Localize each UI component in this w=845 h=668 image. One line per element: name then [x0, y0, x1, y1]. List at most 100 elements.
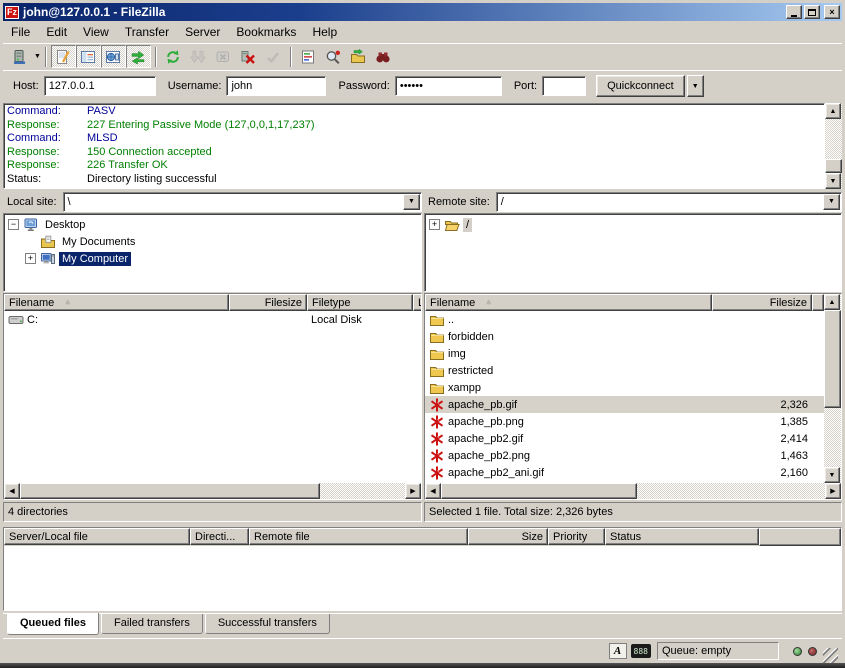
tab-queued-files[interactable]: Queued files [7, 613, 99, 635]
queue-column-header-priority[interactable]: Priority [548, 528, 605, 545]
expand-plus-icon[interactable]: + [25, 253, 36, 264]
file-row[interactable]: apache_pb2.gif2,414 [425, 430, 824, 447]
scrollbar-thumb[interactable] [20, 483, 320, 499]
site-manager-dropdown-icon[interactable]: ▼ [34, 53, 41, 60]
local-horizontal-scrollbar[interactable]: ◀ ▶ [4, 483, 421, 499]
expand-plus-icon[interactable]: + [429, 219, 440, 230]
port-input[interactable] [542, 76, 586, 96]
scroll-down-icon[interactable]: ▼ [825, 173, 841, 189]
cancel-operation-button[interactable] [211, 45, 236, 68]
toggle-local-tree-button[interactable] [76, 45, 101, 68]
queue-column-header-directi[interactable]: Directi... [190, 528, 249, 545]
scroll-up-icon[interactable]: ▲ [824, 294, 840, 310]
toggle-transfer-queue-button[interactable] [126, 45, 151, 68]
local-column-header-filetype[interactable]: Filetype [307, 294, 413, 311]
disconnect-button[interactable] [236, 45, 261, 68]
scroll-down-icon[interactable]: ▼ [824, 467, 840, 483]
local-tree-item[interactable]: +My Computer [4, 250, 421, 267]
down-arrows-icon [190, 49, 206, 65]
local-tree-item[interactable]: My Documents [4, 233, 421, 250]
menu-bookmarks[interactable]: Bookmarks [228, 23, 304, 41]
remote-tree-item[interactable]: +/ [425, 216, 841, 233]
queue-column-header-status[interactable]: Status [605, 528, 759, 545]
local-tree-item[interactable]: −Desktop [4, 216, 421, 233]
host-label: Host: [13, 80, 39, 92]
host-input[interactable] [44, 76, 156, 96]
password-input[interactable] [395, 76, 502, 96]
remote-column-header-filesize[interactable]: Filesize [712, 294, 812, 311]
file-row[interactable]: .. [425, 311, 824, 328]
log-label: Status: [7, 173, 87, 187]
menu-edit[interactable]: Edit [38, 23, 75, 41]
menu-view[interactable]: View [75, 23, 117, 41]
quickconnect-button[interactable]: Quickconnect [596, 75, 685, 97]
local-site-combobox[interactable]: \ ▼ [63, 192, 422, 212]
cancel-icon [215, 49, 231, 65]
file-row[interactable]: xampp [425, 379, 824, 396]
local-column-header-filename[interactable]: Filename▲ [4, 294, 229, 311]
remote-column-header-filename[interactable]: Filename▲ [425, 294, 712, 311]
reconnect-button[interactable] [261, 45, 286, 68]
minimize-button[interactable] [786, 5, 802, 19]
scroll-left-icon[interactable]: ◀ [425, 483, 441, 499]
scroll-up-icon[interactable]: ▲ [825, 103, 841, 119]
collapse-minus-icon[interactable]: − [8, 219, 19, 230]
filename-text: forbidden [448, 331, 494, 343]
quickconnect-dropdown-button[interactable]: ▼ [687, 75, 704, 97]
menu-help[interactable]: Help [304, 23, 345, 41]
local-status-text: 4 directories [8, 506, 68, 518]
remote-site-combobox[interactable]: / ▼ [496, 192, 842, 212]
menu-file[interactable]: File [3, 23, 38, 41]
tab-successful-transfers[interactable]: Successful transfers [205, 614, 330, 634]
scroll-right-icon[interactable]: ▶ [825, 483, 841, 499]
filename-cell: apache_pb2.gif [425, 431, 712, 447]
speed-limit-icon[interactable]: 888 [631, 644, 651, 658]
process-queue-button[interactable] [186, 45, 211, 68]
file-row[interactable]: C:Local Disk [4, 311, 421, 328]
filter-button[interactable] [296, 45, 321, 68]
menu-server[interactable]: Server [177, 23, 228, 41]
synchronized-browsing-button[interactable] [346, 45, 371, 68]
scrollbar-thumb[interactable] [824, 310, 841, 408]
file-row[interactable]: apache_pb.png1,385 [425, 413, 824, 430]
toggle-message-log-button[interactable] [51, 45, 76, 68]
file-row[interactable]: apache_pb2_ani.gif2,160 [425, 464, 824, 481]
column-header-label: Directi... [195, 531, 235, 543]
chevron-down-icon[interactable]: ▼ [823, 194, 840, 210]
scroll-left-icon[interactable]: ◀ [4, 483, 20, 499]
local-column-header-filesize[interactable]: Filesize [229, 294, 307, 311]
queue-column-header-remotefile[interactable]: Remote file [249, 528, 468, 545]
title-bar[interactable]: Fz john@127.0.0.1 - FileZilla × [3, 3, 842, 21]
remote-horizontal-scrollbar[interactable]: ◀ ▶ [425, 483, 841, 499]
file-row[interactable]: img [425, 345, 824, 362]
log-scrollbar[interactable]: ▲ ▼ [825, 103, 842, 189]
file-row[interactable]: restricted [425, 362, 824, 379]
column-header-filler [759, 528, 841, 546]
remote-vertical-scrollbar[interactable]: ▲ ▼ [824, 294, 841, 483]
file-row[interactable]: forbidden [425, 328, 824, 345]
file-row[interactable]: apache_pb.gif2,326 [425, 396, 824, 413]
resize-grip[interactable] [823, 648, 838, 663]
maximize-button[interactable] [804, 5, 820, 19]
refresh-button[interactable] [161, 45, 186, 68]
queue-column-header-serverlocalfile[interactable]: Server/Local file [4, 528, 190, 545]
close-button[interactable]: × [824, 5, 840, 19]
scroll-right-icon[interactable]: ▶ [405, 483, 421, 499]
scrollbar-thumb[interactable] [825, 159, 842, 173]
menu-transfer[interactable]: Transfer [117, 23, 177, 41]
scrollbar-thumb[interactable] [441, 483, 637, 499]
chevron-down-icon[interactable]: ▼ [403, 194, 420, 210]
username-input[interactable] [226, 76, 326, 96]
transfer-type-icon[interactable]: A [609, 643, 627, 659]
tab-failed-transfers[interactable]: Failed transfers [101, 614, 203, 634]
password-label: Password: [338, 80, 389, 92]
filename-text: xampp [448, 382, 481, 394]
local-directory-tree: −DesktopMy Documents+My Computer [3, 213, 422, 292]
local-column-header-l[interactable]: L [413, 294, 421, 311]
directory-comparison-button[interactable] [321, 45, 346, 68]
toggle-remote-tree-button[interactable] [101, 45, 126, 68]
queue-column-header-size[interactable]: Size [468, 528, 548, 545]
file-row[interactable]: apache_pb2.png1,463 [425, 447, 824, 464]
find-files-button[interactable] [371, 45, 396, 68]
site-manager-button[interactable] [7, 45, 32, 68]
